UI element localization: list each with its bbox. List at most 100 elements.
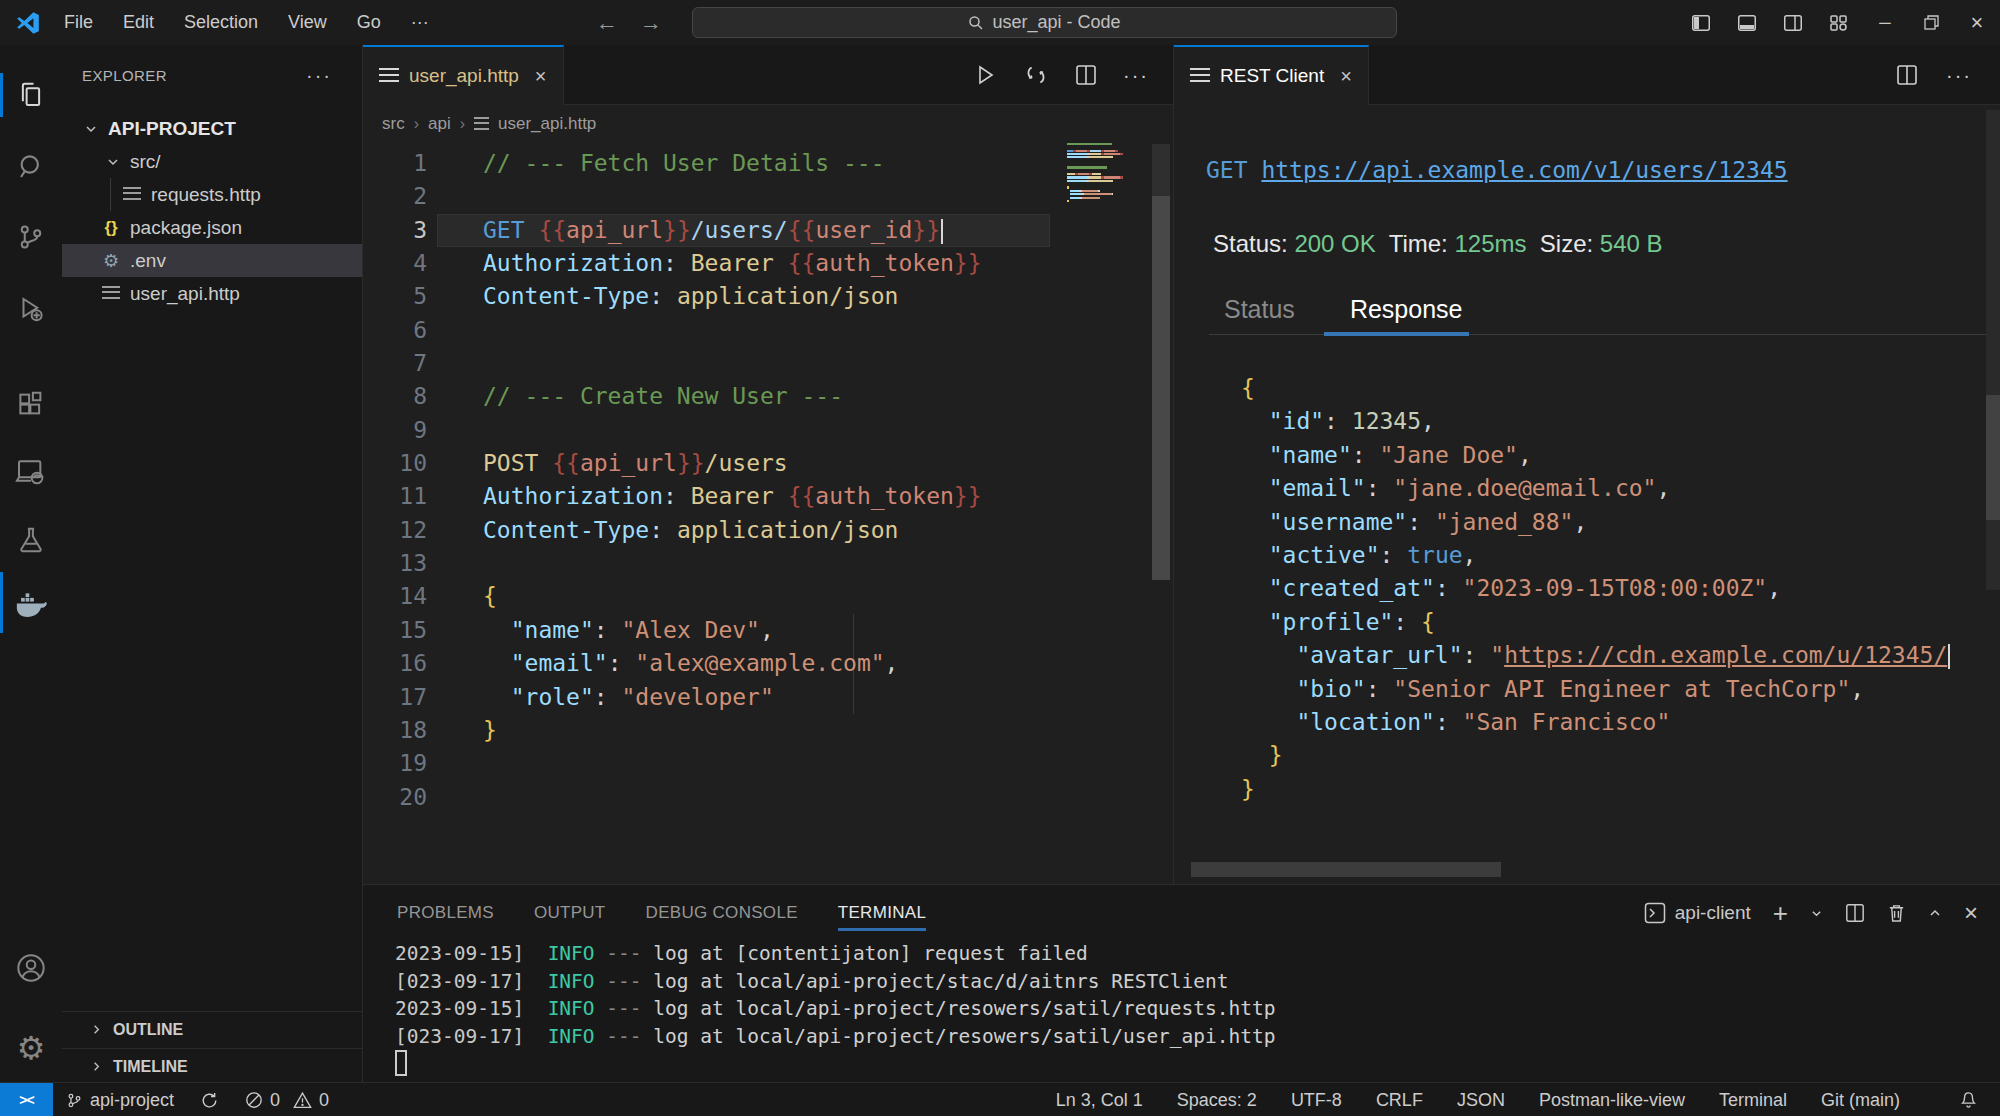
- tree-item-src[interactable]: src/: [62, 145, 362, 178]
- response-vscrollbar[interactable]: [1986, 110, 2000, 590]
- http-file-icon: [379, 68, 399, 85]
- response-hscrollbar[interactable]: [1191, 862, 1501, 877]
- explorer-icon[interactable]: [0, 73, 62, 117]
- status-bar: >< api-project 0 0 Ln 3, Col 1 Spaces: 2 U…: [0, 1082, 2000, 1116]
- minimap[interactable]: [1067, 143, 1139, 210]
- source-control-icon[interactable]: [0, 215, 62, 259]
- branch-indicator[interactable]: api-project: [66, 1090, 174, 1111]
- rerun-icon[interactable]: [1023, 62, 1049, 88]
- split-editor-icon[interactable]: [1075, 64, 1097, 86]
- activity-bar: ⚙: [0, 45, 62, 1082]
- tree-item-requests-http[interactable]: requests.http: [62, 178, 362, 211]
- tree-item-user-api-http[interactable]: user_api.http: [62, 277, 362, 310]
- docker-icon[interactable]: [0, 583, 62, 627]
- error-icon: [245, 1091, 263, 1109]
- gear-file-icon: ⚙: [100, 250, 122, 271]
- restore-icon[interactable]: [1908, 0, 1954, 45]
- split-editor-icon[interactable]: [1896, 64, 1918, 86]
- menu-file[interactable]: File: [49, 12, 108, 33]
- tree-item-env[interactable]: ⚙ .env: [62, 244, 362, 277]
- layout-sidebar-icon[interactable]: [1678, 0, 1724, 45]
- layout-secondary-sidebar-icon[interactable]: [1770, 0, 1816, 45]
- nav-forward-icon[interactable]: →: [640, 10, 662, 36]
- http-file-icon: [474, 117, 489, 130]
- menu-edit[interactable]: Edit: [108, 12, 169, 33]
- tab-rest-client[interactable]: REST Client ×: [1174, 45, 1369, 105]
- remote-explorer-icon[interactable]: [0, 450, 62, 494]
- explorer-title: EXPLORER: [82, 67, 167, 84]
- tab-close-icon[interactable]: ×: [1340, 65, 1352, 88]
- status-ln-3-col-1[interactable]: Ln 3, Col 1: [1056, 1090, 1143, 1111]
- tab-response[interactable]: Response: [1350, 295, 1463, 324]
- tree-item-package-json[interactable]: {} package.json: [62, 211, 362, 244]
- sync-icon[interactable]: [200, 1091, 219, 1110]
- extensions-icon[interactable]: [0, 382, 62, 426]
- panel-tab-problems[interactable]: PROBLEMS: [397, 893, 494, 933]
- response-status-line: Status: 200 OK Time: 125ms Size: 540 B: [1213, 230, 1663, 258]
- tab-close-icon[interactable]: ×: [535, 65, 547, 88]
- status-terminal[interactable]: Terminal: [1719, 1090, 1787, 1111]
- explorer-actions-icon[interactable]: ···: [306, 64, 332, 87]
- request-url[interactable]: GET https://api.example.com/v1/users/123…: [1206, 157, 1788, 183]
- timeline-section[interactable]: TIMELINE: [62, 1048, 362, 1084]
- terminal-dropdown-icon[interactable]: [1810, 907, 1823, 920]
- menu-selection[interactable]: Selection: [169, 12, 273, 33]
- code-editor[interactable]: 1// --- Fetch User Details ---23GET {{ap…: [363, 142, 1173, 884]
- status-spaces-2[interactable]: Spaces: 2: [1177, 1090, 1257, 1111]
- tab-status[interactable]: Status: [1224, 295, 1295, 324]
- panel-more-actions-icon[interactable]: ···: [1946, 64, 1972, 87]
- problems-indicator[interactable]: 0 0: [245, 1090, 329, 1111]
- vscode-logo: [15, 10, 41, 36]
- search-view-icon[interactable]: [0, 145, 62, 189]
- tab-user-api-http[interactable]: user_api.http ×: [363, 45, 564, 105]
- status-crlf[interactable]: CRLF: [1376, 1090, 1423, 1111]
- editor-scrollbar[interactable]: [1150, 142, 1172, 884]
- tree-root-api-project[interactable]: API-PROJECT: [62, 112, 362, 145]
- panel-tab-debug-console[interactable]: DEBUG CONSOLE: [646, 893, 798, 933]
- settings-gear-icon[interactable]: ⚙: [0, 1026, 62, 1070]
- status-json[interactable]: JSON: [1457, 1090, 1505, 1111]
- status-git-main-[interactable]: Git (main): [1821, 1090, 1900, 1111]
- menu-go[interactable]: Go: [342, 12, 396, 33]
- status-utf-8[interactable]: UTF-8: [1291, 1090, 1342, 1111]
- breadcrumb[interactable]: src› api› user_api.http: [363, 105, 1173, 142]
- accounts-icon[interactable]: [0, 946, 62, 990]
- layout-panel-icon[interactable]: [1724, 0, 1770, 45]
- new-terminal-icon[interactable]: +: [1773, 898, 1788, 929]
- outline-section[interactable]: OUTLINE: [62, 1011, 362, 1047]
- menu-···[interactable]: ···: [396, 12, 444, 33]
- minimize-icon[interactable]: ─: [1862, 0, 1908, 45]
- terminal-icon: [1644, 902, 1666, 924]
- test-explorer-icon[interactable]: [0, 518, 62, 562]
- search-icon: [968, 15, 984, 31]
- search-text: user_api - Code: [992, 12, 1120, 33]
- rest-client-panel: REST Client × ··· GET https://api.exampl…: [1173, 45, 2000, 884]
- terminal-session[interactable]: api-client: [1644, 902, 1751, 924]
- bottom-panel: PROBLEMS OUTPUT DEBUG CONSOLE TERMINAL api-…: [363, 884, 2000, 1082]
- explorer-sidebar: EXPLORER ··· API-PROJECT src/ requests.h…: [62, 45, 363, 1082]
- nav-back-icon[interactable]: ←: [596, 10, 618, 36]
- menu-view[interactable]: View: [273, 12, 342, 33]
- panel-tab-terminal[interactable]: TERMINAL: [838, 893, 926, 933]
- close-panel-icon[interactable]: ×: [1964, 899, 1978, 927]
- editor-more-actions-icon[interactable]: ···: [1123, 64, 1149, 87]
- menu-bar[interactable]: FileEditSelectionViewGo···: [49, 12, 444, 33]
- editor-group: user_api.http × ··· src› api› user_api.h…: [363, 45, 1173, 884]
- panel-tab-output[interactable]: OUTPUT: [534, 893, 606, 933]
- maximize-panel-icon[interactable]: [1928, 906, 1942, 920]
- title-bar: FileEditSelectionViewGo··· ← → user_api …: [0, 0, 2000, 45]
- run-debug-icon[interactable]: [0, 287, 62, 331]
- warning-icon: [293, 1091, 312, 1109]
- terminal-cursor: [395, 1050, 407, 1076]
- close-window-icon[interactable]: ×: [1954, 0, 2000, 45]
- split-terminal-icon[interactable]: [1845, 903, 1865, 923]
- status-postman-like-view[interactable]: Postman-like-view: [1539, 1090, 1685, 1111]
- response-body[interactable]: { "id": 12345, "name": "Jane Doe", "emai…: [1241, 372, 1950, 806]
- kill-terminal-icon[interactable]: [1887, 903, 1906, 923]
- branch-icon: [66, 1091, 83, 1110]
- command-center-search[interactable]: user_api - Code: [692, 7, 1397, 38]
- customize-layout-icon[interactable]: [1816, 0, 1862, 45]
- notifications-bell-icon[interactable]: [1959, 1083, 1978, 1116]
- remote-indicator[interactable]: ><: [0, 1083, 53, 1116]
- run-request-icon[interactable]: [973, 63, 997, 87]
